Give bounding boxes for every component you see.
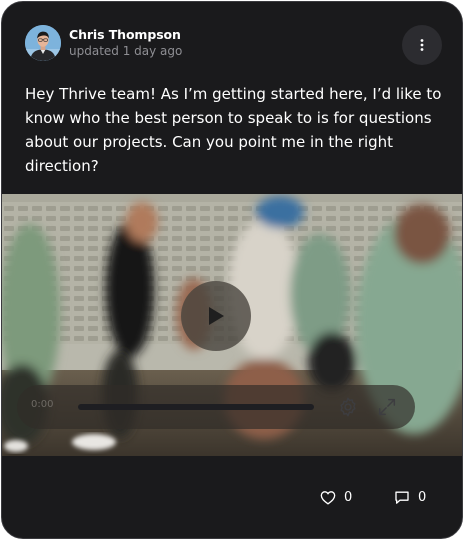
author-avatar[interactable] <box>25 25 61 61</box>
fullscreen-icon <box>378 398 396 416</box>
play-icon <box>209 307 224 325</box>
post-timestamp: updated 1 day ago <box>69 44 183 58</box>
post-body: Hey Thrive team! As I’m getting started … <box>25 85 442 175</box>
video-controls: 0:00 <box>17 385 415 429</box>
video-player[interactable]: 0:00 <box>2 194 462 456</box>
video-progress-bar[interactable] <box>78 404 314 410</box>
gear-icon <box>340 397 356 417</box>
video-settings-button[interactable] <box>337 396 359 418</box>
more-vertical-icon <box>420 39 424 51</box>
video-time: 0:00 <box>31 399 54 410</box>
like-button[interactable]: 0 <box>320 486 352 508</box>
comment-button[interactable]: 0 <box>394 486 426 508</box>
comment-count: 0 <box>418 489 427 505</box>
post-menu-button[interactable] <box>402 25 442 65</box>
post-card: Chris Thompson updated 1 day ago Hey Thr… <box>1 1 463 539</box>
play-button[interactable] <box>181 281 251 351</box>
author-name[interactable]: Chris Thompson <box>69 27 181 42</box>
heart-icon <box>320 490 336 505</box>
avatar-image <box>25 25 61 61</box>
fullscreen-button[interactable] <box>376 396 398 418</box>
like-count: 0 <box>344 489 353 505</box>
comment-icon <box>395 491 409 504</box>
